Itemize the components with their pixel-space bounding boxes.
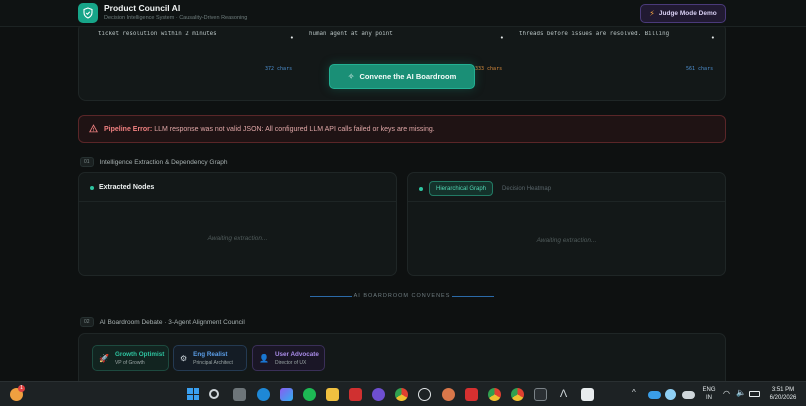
copilot-icon[interactable]: [280, 388, 293, 401]
status-dot-icon: [90, 185, 94, 190]
taskbar: 1 Λ ^ ENG IN ◠ 🔈 3:51 PM 6/20/2026: [0, 381, 806, 406]
debate-council-card: 🚀 Growth Optimist VP of Growth ⚙ Eng Rea…: [78, 333, 726, 381]
resize-dot-icon: •: [499, 34, 504, 42]
agent-name: User Advocate: [274, 350, 319, 358]
app-subtitle: Decision Intelligence System · Causality…: [104, 15, 248, 21]
input-text-2: human agent at any point: [309, 31, 393, 37]
arc-app-icon[interactable]: Λ: [557, 388, 570, 401]
section-title: Intelligence Extraction & Dependency Gra…: [99, 158, 228, 166]
windows-start-icon[interactable]: [187, 388, 199, 400]
section-number: 02: [80, 317, 94, 327]
chevron-up-icon[interactable]: ^: [632, 388, 636, 397]
cloud-icon[interactable]: [682, 391, 695, 399]
sparkle-icon: ✧: [347, 72, 355, 81]
clock-time: 3:51 PM: [771, 387, 795, 393]
wifi-icon[interactable]: ◠: [723, 389, 730, 398]
judge-mode-label: Judge Mode Demo: [658, 10, 717, 17]
agent-user-advocate[interactable]: 👤 User Advocate Director of UX: [252, 345, 325, 371]
resize-dot-icon: •: [289, 34, 294, 42]
search-icon[interactable]: [209, 389, 219, 399]
char-count-2: 333 chars: [475, 66, 503, 72]
section-debate-heading: 02 AI Boardroom Debate · 3-Agent Alignme…: [80, 317, 245, 327]
graph-placeholder: Awaiting extraction...: [536, 237, 597, 244]
char-count-3: 561 chars: [686, 66, 714, 72]
nodes-placeholder: Awaiting extraction...: [207, 235, 268, 242]
input-textarea-2[interactable]: human agent at any point •: [309, 31, 504, 61]
warning-icon: [89, 123, 98, 135]
input-textarea-1[interactable]: ticket resolution within 2 minutes •: [98, 31, 294, 61]
judge-mode-button[interactable]: ⚡ Judge Mode Demo: [640, 4, 726, 23]
section-extraction-heading: 01 Intelligence Extraction & Dependency …: [80, 157, 227, 167]
app-title: Product Council AI: [104, 3, 181, 13]
terminal-icon[interactable]: [534, 388, 547, 401]
tab-decision-heatmap[interactable]: Decision Heatmap: [499, 186, 554, 192]
agent-eng-realist[interactable]: ⚙ Eng Realist Principal Architect: [173, 345, 247, 371]
error-message: LLM response was not valid JSON: All con…: [154, 125, 435, 133]
agent-role: Director of UX: [274, 359, 307, 366]
spotify-icon[interactable]: [303, 388, 316, 401]
claude-icon[interactable]: [442, 388, 455, 401]
extracted-nodes-title: Extracted Nodes: [99, 184, 155, 191]
section-number: 01: [80, 157, 94, 167]
clock-date: 6/20/2026: [769, 395, 797, 401]
rocket-icon: 🚀: [99, 353, 109, 363]
volume-icon[interactable]: 🔈: [736, 388, 746, 397]
divider: [79, 201, 396, 202]
app-header: Product Council AI Decision Intelligence…: [0, 0, 806, 27]
input-textarea-3[interactable]: threads before issues are resolved. Bill…: [519, 31, 715, 61]
input-text-1: ticket resolution within 2 minutes: [98, 31, 217, 37]
region-code: IN: [706, 395, 712, 401]
graph-panel: Hierarchical Graph Decision Heatmap Awai…: [407, 172, 726, 276]
convene-boardroom-button[interactable]: ✧ Convene the AI Boardroom: [329, 64, 475, 89]
task-view-icon[interactable]: [233, 388, 246, 401]
pipeline-error-banner: Pipeline Error: LLM response was not val…: [78, 115, 726, 143]
chrome-profile-icon[interactable]: [511, 388, 524, 401]
language-code: ENG: [702, 387, 716, 393]
agent-name: Growth Optimist: [114, 350, 165, 358]
graph-tabs: Hierarchical Graph Decision Heatmap: [419, 181, 554, 196]
chrome-profile-icon[interactable]: [488, 388, 501, 401]
app-icon[interactable]: [581, 388, 594, 401]
file-explorer-icon[interactable]: [326, 388, 339, 401]
panel-title: Extracted Nodes: [90, 184, 154, 191]
resize-dot-icon: •: [710, 34, 715, 42]
edge-browser-icon[interactable]: [257, 388, 270, 401]
wps-office-icon[interactable]: [465, 388, 478, 401]
agent-role: VP of Growth: [114, 359, 145, 366]
input-text-3: threads before issues are resolved. Bill…: [519, 31, 670, 37]
onedrive-icon[interactable]: [648, 391, 661, 399]
gear-icon: ⚙: [180, 353, 188, 363]
divider: [408, 201, 725, 202]
convene-label: Convene the AI Boardroom: [359, 72, 457, 81]
cloud-sync-icon[interactable]: [665, 389, 676, 400]
extracted-nodes-panel: Extracted Nodes Awaiting extraction...: [78, 172, 397, 276]
clock[interactable]: 3:51 PM 6/20/2026: [764, 386, 802, 402]
language-indicator[interactable]: ENG IN: [699, 386, 719, 402]
notification-badge: 1: [18, 385, 25, 392]
convene-line-right: [452, 296, 494, 297]
tab-hierarchical-graph[interactable]: Hierarchical Graph: [429, 181, 494, 196]
chrome-icon[interactable]: [395, 388, 408, 401]
char-count-1: 372 chars: [265, 66, 293, 72]
letter-app-icon[interactable]: [349, 388, 362, 401]
app-window: Product Council AI Decision Intelligence…: [0, 0, 806, 381]
chatgpt-icon[interactable]: [418, 388, 431, 401]
shield-logo-icon: [78, 3, 98, 23]
battery-icon[interactable]: [749, 391, 760, 397]
boardroom-convenes-label: AI BOARDROOM CONVENES: [353, 293, 451, 299]
agent-name: Eng Realist: [193, 350, 228, 358]
status-dot-icon: [419, 186, 423, 191]
github-icon[interactable]: [372, 388, 385, 401]
error-label: Pipeline Error:: [104, 125, 153, 133]
section-title: AI Boardroom Debate · 3-Agent Alignment …: [99, 318, 245, 326]
agent-role: Principal Architect: [193, 359, 233, 366]
context-input-card: ticket resolution within 2 minutes • hum…: [78, 22, 726, 101]
agent-growth-optimist[interactable]: 🚀 Growth Optimist VP of Growth: [92, 345, 169, 371]
user-icon: 👤: [259, 353, 269, 363]
lightning-icon: ⚡: [649, 9, 655, 18]
